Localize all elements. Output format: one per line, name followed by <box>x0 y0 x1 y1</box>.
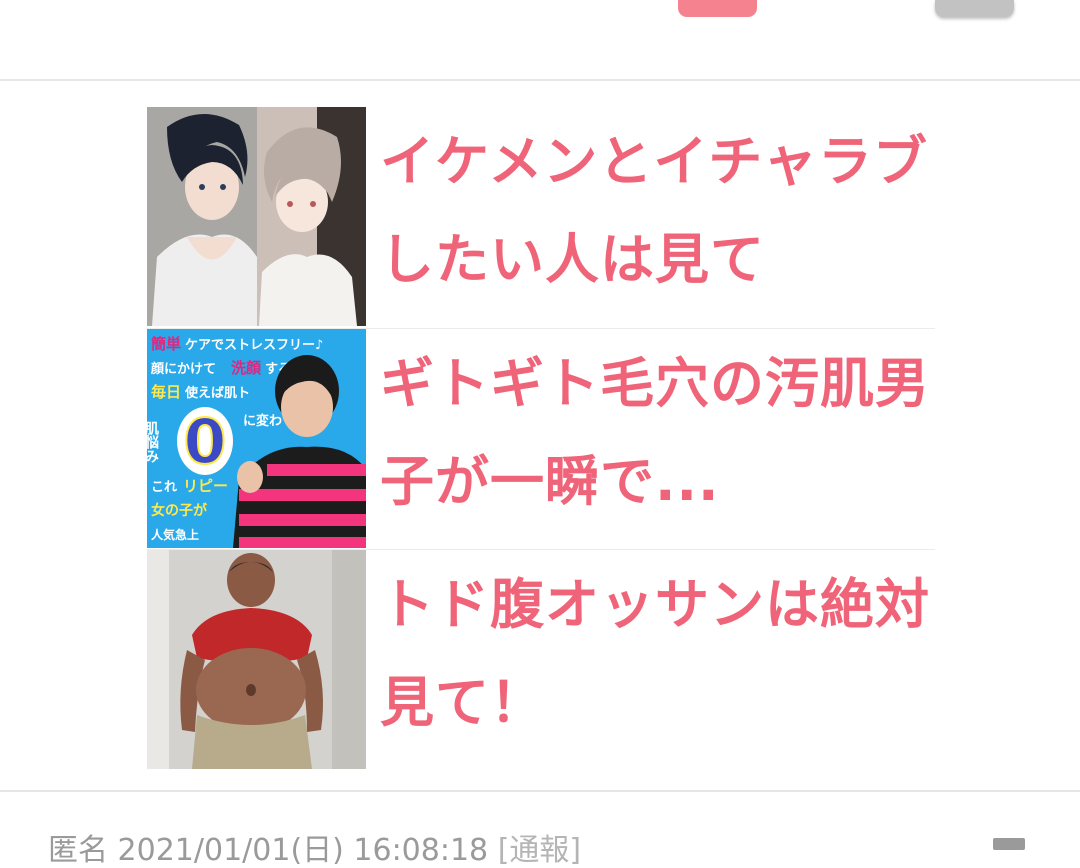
ad-title[interactable]: トド腹オッサンは絶対 見て！ <box>380 556 935 752</box>
report-link[interactable]: [通報] <box>498 833 581 868</box>
thumb-zero: 0 <box>183 405 226 478</box>
divider <box>0 79 1080 81</box>
ad-thumbnail-skincare[interactable]: 簡単 ケアでストレスフリー♪ 顔にかけて 洗顔 する 毎日 使えば肌ト 肌悩み … <box>147 329 366 548</box>
top-gray-button[interactable] <box>935 0 1014 17</box>
top-pink-button[interactable] <box>678 0 757 17</box>
thumb-text-5b: リピー <box>183 477 228 495</box>
thumb-text-2b: 洗顔 <box>231 359 262 377</box>
ad-thumbnail-belly[interactable] <box>147 550 366 769</box>
thumb-text-7: 人気急上 <box>151 527 199 542</box>
comment-datetime: 2021/01/01(日) 16:08:18 <box>117 833 489 868</box>
thumb-text-3a: 毎日 <box>151 383 181 401</box>
thumb-text-side: 肌悩み <box>147 421 159 463</box>
comment-meta: 匿名 2021/01/01(日) 16:08:18 [通報] <box>48 834 581 868</box>
menu-icon[interactable] <box>993 838 1025 850</box>
ad-title[interactable]: イケメンとイチャラブ したい人は見て <box>380 113 935 309</box>
thumb-text-mid: に変わ <box>243 413 282 429</box>
comment-author: 匿名 <box>48 833 108 868</box>
divider <box>0 790 1080 792</box>
thumb-text-1b: ケアでストレスフリー♪ <box>185 338 323 353</box>
thumb-text-3b: 使えば肌ト <box>184 385 250 401</box>
ad-title[interactable]: ギトギト毛穴の汚肌男 子が一瞬で... <box>380 335 935 531</box>
ad-thumbnail-anime[interactable] <box>147 107 366 326</box>
ad-item-1[interactable]: イケメンとイチャラブ したい人は見て <box>147 107 935 327</box>
thumb-text-5a: これ <box>151 480 177 495</box>
thumb-text-1a: 簡単 <box>151 335 181 353</box>
ad-item-3[interactable]: トド腹オッサンは絶対 見て！ <box>147 549 935 770</box>
thumb-text-2a: 顔にかけて <box>150 361 216 377</box>
thumb-text-6: 女の子が <box>151 502 208 519</box>
ad-item-2[interactable]: 簡単 ケアでストレスフリー♪ 顔にかけて 洗顔 する 毎日 使えば肌ト 肌悩み … <box>147 328 935 549</box>
